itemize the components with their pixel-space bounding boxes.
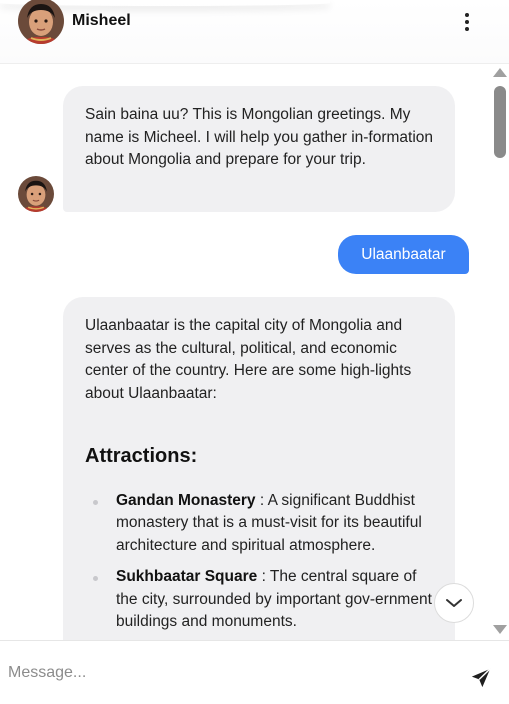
more-vertical-icon[interactable] [456, 10, 478, 34]
attraction-list: Gandan Monastery : A significant Buddhis… [85, 490, 435, 634]
avatar[interactable] [18, 0, 64, 44]
send-button[interactable] [468, 665, 494, 691]
message-list: Sain baina uu? This is Mongolian greetin… [0, 64, 491, 640]
list-item: Sukhbaatar Square : The central square o… [85, 566, 435, 634]
scroll-up-arrow-icon[interactable] [493, 68, 507, 77]
message-text: Ulaanbaatar is the capital city of Mongo… [85, 317, 412, 402]
message-text: Sain baina uu? This is Mongolian greetin… [85, 106, 434, 168]
scroll-down-arrow-icon[interactable] [493, 625, 507, 634]
bot-avatar [18, 176, 54, 212]
attraction-name: Sukhbaatar Square [116, 568, 258, 585]
composer [0, 640, 509, 704]
message-input[interactable] [8, 657, 448, 689]
attraction-name: Gandan Monastery [116, 491, 256, 509]
chat-header: Misheel [0, 0, 509, 64]
list-item: Gandan Monastery : A significant Buddhis… [85, 490, 435, 558]
scrollbar-thumb[interactable] [494, 86, 506, 158]
section-heading: Attractions: [85, 445, 198, 467]
bullet-icon [93, 499, 98, 505]
chevron-down-icon [446, 599, 462, 607]
scroll-down-button[interactable] [434, 583, 474, 623]
user-message[interactable]: Ulaanbaatar [338, 235, 469, 274]
message-text: Ulaanbaatar [361, 245, 446, 263]
bullet-icon [93, 576, 98, 581]
contact-name: Misheel [72, 12, 131, 29]
bot-message-greeting: Sain baina uu? This is Mongolian greetin… [63, 86, 455, 212]
send-icon [471, 668, 491, 688]
bot-message-answer: Ulaanbaatar is the capital city of Mongo… [63, 297, 455, 640]
